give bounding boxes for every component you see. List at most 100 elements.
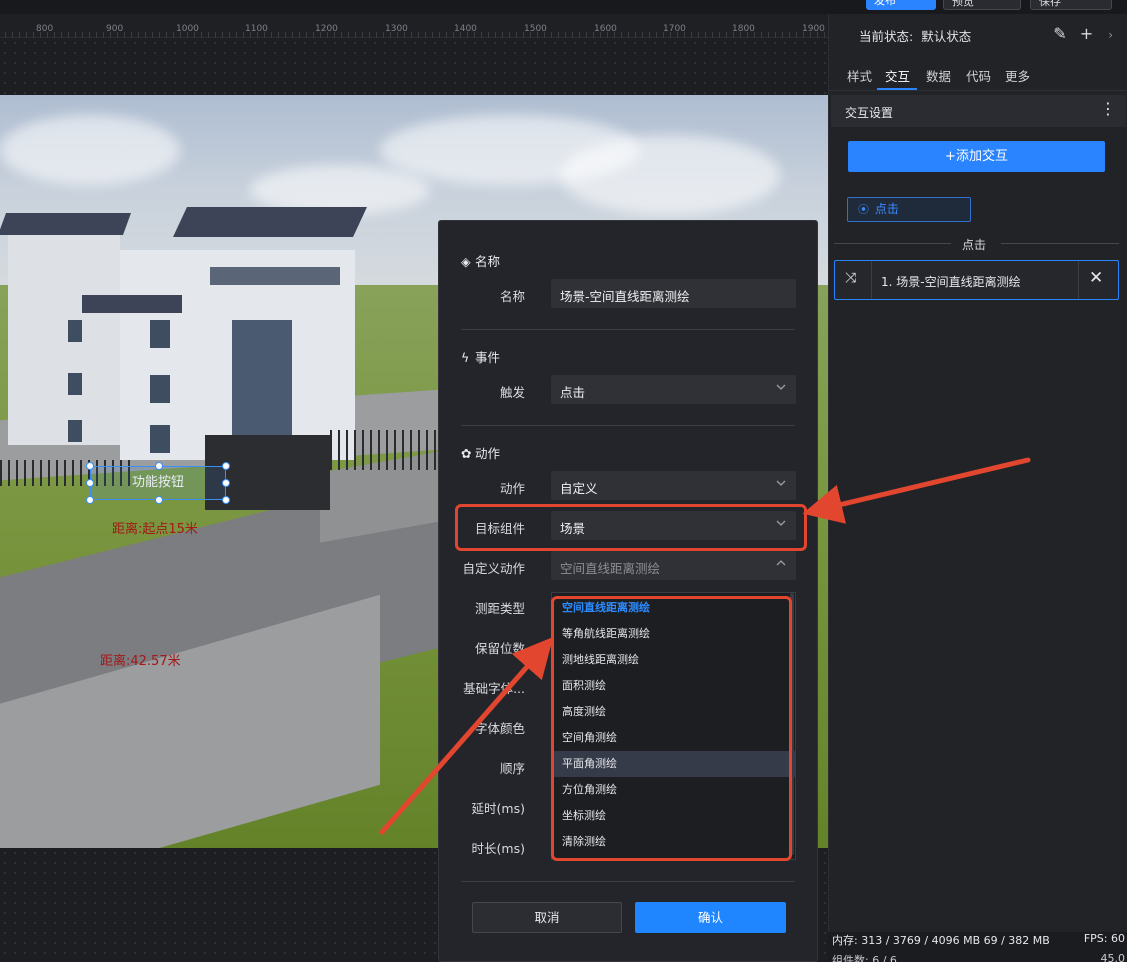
add-interaction-button[interactable]: +添加交互 <box>848 141 1105 172</box>
top-toolbar: 发布 预览 保存 <box>0 0 1127 14</box>
divider <box>461 425 795 426</box>
scene-cloud <box>0 115 180 185</box>
publish-button[interactable]: 发布 <box>866 0 936 10</box>
tab-style[interactable]: 样式 <box>847 66 872 85</box>
resize-handle[interactable] <box>222 462 230 470</box>
scene-roof <box>173 207 367 237</box>
horizontal-ruler: 800 900 1000 1100 1200 1300 1400 1500 1600 1700 18… <box>0 14 828 38</box>
component-count: 组件数: 6 / 6 <box>832 954 897 962</box>
scene-window <box>210 267 340 285</box>
canvas-background-top <box>0 38 828 95</box>
divider-line <box>1001 243 1119 244</box>
preview-button[interactable]: 预览 <box>943 0 1021 10</box>
tab-interaction[interactable]: 交互 <box>885 66 910 85</box>
scene-window <box>150 320 170 348</box>
more-vertical-icon[interactable]: ⋮ <box>1100 99 1116 118</box>
interaction-item-label: 1. 场景-空间直线距离测绘 <box>881 275 1021 289</box>
name-section-title: ◈ 名称 <box>461 254 501 269</box>
resize-handle[interactable] <box>86 479 94 487</box>
current-state-label: 当前状态: <box>859 29 914 44</box>
tab-more[interactable]: 更多 <box>1005 66 1030 85</box>
function-button-widget[interactable]: 功能按钮 <box>86 462 230 504</box>
active-tab-indicator <box>877 88 917 90</box>
name-label: 名称 <box>499 289 525 304</box>
event-group-label: 点击 <box>962 238 987 252</box>
font-color-label: 字体颜色 <box>474 721 525 736</box>
chevron-up-icon <box>776 560 786 566</box>
scene-window <box>68 420 82 442</box>
status-bar: 内存: 313 / 3769 / 4096 MB 69 / 382 MB FPS… <box>828 932 1127 962</box>
diamond-icon: ◈ <box>461 254 471 269</box>
custom-action-label: 自定义动作 <box>462 561 525 576</box>
name-input[interactable]: 场景-空间直线距离测绘 <box>551 279 796 308</box>
action-label: 动作 <box>499 481 525 496</box>
current-state: 当前状态: 默认状态 <box>859 26 971 45</box>
trigger-value: 点击 <box>560 385 586 400</box>
duration-label: 时长(ms) <box>471 841 525 856</box>
chevron-right-icon[interactable]: › <box>1108 28 1113 42</box>
memory-readout: 内存: 313 / 3769 / 4096 MB 69 / 382 MB <box>832 934 1050 947</box>
measure-label-2: 距离:42.57米 <box>100 654 181 669</box>
scene-window <box>232 320 292 450</box>
action-select[interactable]: 自定义 <box>551 471 796 500</box>
action-section-title: ✿ 动作 <box>461 446 501 461</box>
divider-line <box>834 243 951 244</box>
scene-roof <box>82 295 182 313</box>
cursor-icon: ⦿ <box>858 203 869 216</box>
measure-label-1: 距离:起点15米 <box>112 522 198 537</box>
function-button-label: 功能按钮 <box>131 475 184 490</box>
resize-handle[interactable] <box>155 462 163 470</box>
save-button[interactable]: 保存 <box>1030 0 1112 10</box>
interaction-settings-header: 交互设置 ⋮ <box>831 95 1126 127</box>
action-value: 自定义 <box>560 481 598 496</box>
confirm-button[interactable]: 确认 <box>635 902 786 933</box>
app-root: 发布 预览 保存 800 900 1000 1100 1200 1300 1400 1500 1… <box>0 0 1127 962</box>
scene-fence <box>330 430 440 470</box>
ruler-number: 900 <box>106 24 124 34</box>
plus-icon[interactable]: + <box>1080 24 1093 43</box>
cog-icon: ✿ <box>461 446 472 461</box>
ruler-number: 1700 <box>663 24 686 34</box>
panel-tabs: 样式 交互 数据 代码 更多 <box>829 64 1127 91</box>
event-group-divider: 点击 <box>834 236 1119 252</box>
base-font-size-label: 基础字体... <box>463 681 525 696</box>
chevron-down-icon <box>776 480 786 486</box>
edit-icon[interactable]: ✎ <box>1053 24 1066 43</box>
order-label: 顺序 <box>499 761 525 776</box>
scene-window <box>150 375 170 403</box>
resize-handle[interactable] <box>86 496 94 504</box>
interaction-item[interactable]: ⤨ 1. 场景-空间直线距离测绘 ✕ <box>834 260 1119 300</box>
resize-handle[interactable] <box>155 496 163 504</box>
event-chip-click[interactable]: ⦿ 点击 <box>847 197 971 222</box>
scene-cloud <box>560 135 780 215</box>
event-section-title: ϟ 事件 <box>461 350 501 365</box>
tab-code[interactable]: 代码 <box>966 66 991 85</box>
ruler-number: 1900 <box>802 24 825 34</box>
resize-handle[interactable] <box>86 462 94 470</box>
highlight-dropdown <box>551 596 792 861</box>
cancel-button[interactable]: 取消 <box>472 902 622 933</box>
close-icon[interactable]: ✕ <box>1089 268 1103 288</box>
delay-label: 延时(ms) <box>471 801 525 816</box>
scene-window <box>150 425 170 453</box>
resize-handle[interactable] <box>222 496 230 504</box>
fps-readout: FPS: 60 <box>1083 932 1125 945</box>
custom-action-placeholder: 空间直线距离测绘 <box>560 561 661 576</box>
tab-data[interactable]: 数据 <box>926 66 951 85</box>
trigger-label: 触发 <box>499 385 525 400</box>
resize-handle[interactable] <box>222 479 230 487</box>
separator <box>871 261 872 299</box>
fps-value: 45.0 <box>1100 952 1126 962</box>
scene-window <box>68 373 82 395</box>
current-state-value[interactable]: 默认状态 <box>921 29 971 44</box>
ruler-number: 800 <box>36 24 54 34</box>
trigger-select[interactable]: 点击 <box>551 375 796 404</box>
section-title: 交互设置 <box>845 106 894 120</box>
scene-building-left <box>8 230 120 445</box>
state-actions: ✎ + › <box>1053 24 1113 43</box>
right-panel: 当前状态: 默认状态 ✎ + › 样式 交互 数据 代码 更多 交互设置 ⋮ +… <box>828 14 1127 932</box>
shuffle-icon: ⤨ <box>845 270 857 286</box>
custom-action-select[interactable]: 空间直线距离测绘 <box>551 551 796 580</box>
divider <box>461 881 795 882</box>
measure-type-label: 测距类型 <box>474 601 525 616</box>
